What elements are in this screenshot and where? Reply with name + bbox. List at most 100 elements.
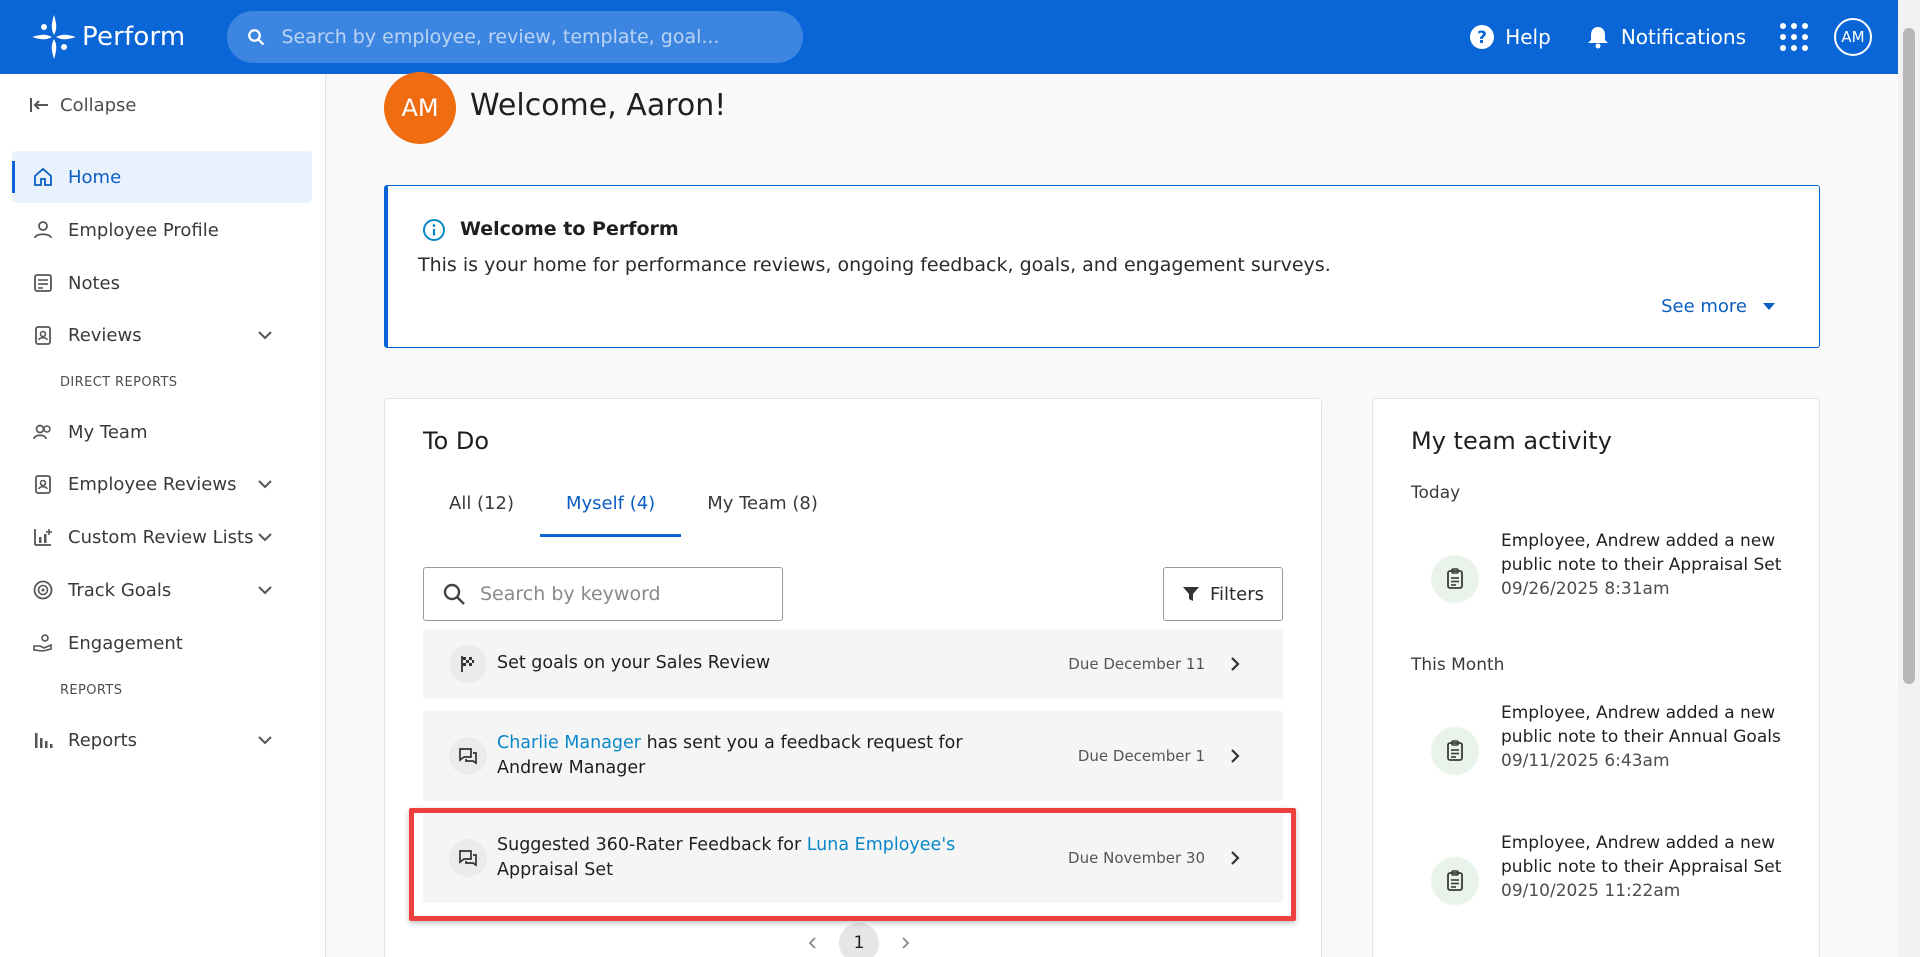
activity-icon bbox=[1431, 857, 1479, 905]
sidebar-item-reviews[interactable]: Reviews bbox=[12, 309, 312, 361]
sidebar-item-label: Home bbox=[68, 166, 122, 188]
team-icon bbox=[33, 424, 51, 440]
chevron-down-icon bbox=[258, 331, 272, 340]
task-icon bbox=[449, 839, 487, 877]
sidebar-item-label: My Team bbox=[68, 421, 148, 443]
see-more-button[interactable]: See more bbox=[1661, 296, 1775, 317]
task-title: Set goals on your Sales Review bbox=[497, 653, 771, 673]
sidebar-item-label: Track Goals bbox=[68, 579, 172, 601]
svg-text:?: ? bbox=[1477, 28, 1487, 48]
caret-down-icon bbox=[1763, 303, 1775, 310]
task-row[interactable]: Charlie Manager has sent you a feedback … bbox=[423, 711, 1283, 801]
top-bar: Perform Search by employee, review, temp… bbox=[0, 0, 1898, 74]
sidebar-item-custom-review-lists[interactable]: Custom Review Lists bbox=[12, 511, 312, 563]
chevron-right-icon bbox=[1231, 749, 1240, 763]
notifications-button[interactable]: Notifications bbox=[1585, 24, 1746, 50]
section-heading-reports: REPORTS bbox=[60, 683, 123, 698]
engagement-icon bbox=[33, 634, 52, 652]
welcome-info-banner: Welcome to Perform This is your home for… bbox=[384, 185, 1820, 348]
sidebar-item-home[interactable]: Home bbox=[12, 151, 312, 203]
sidebar-item-label: Reports bbox=[68, 729, 138, 751]
checkered-flag-icon bbox=[461, 656, 474, 672]
activity-icon bbox=[1431, 555, 1479, 603]
clipboard-list-icon bbox=[1447, 568, 1463, 589]
filters-label: Filters bbox=[1210, 583, 1264, 605]
info-title: Welcome to Perform bbox=[460, 218, 679, 240]
sidebar-item-my-team[interactable]: My Team bbox=[12, 406, 312, 458]
todo-tabs: All (12) Myself (4) My Team (8) bbox=[423, 493, 844, 537]
team-activity-title: My team activity bbox=[1411, 427, 1612, 455]
global-search-input[interactable]: Search by employee, review, template, go… bbox=[227, 11, 804, 63]
sidebar: Collapse Home Employee Profile Notes Rev… bbox=[0, 74, 326, 957]
task-text-part: has sent you a feedback request for bbox=[641, 733, 963, 753]
keyword-search-input[interactable]: Search by keyword bbox=[423, 567, 783, 621]
sidebar-item-label: Custom Review Lists bbox=[68, 526, 254, 548]
see-more-label: See more bbox=[1661, 296, 1747, 317]
activity-text: Employee, Andrew added a new public note… bbox=[1501, 529, 1801, 601]
task-icon bbox=[449, 645, 487, 683]
page-title: Welcome, Aaron! bbox=[470, 88, 727, 123]
chevron-right-icon bbox=[1231, 851, 1240, 865]
home-icon bbox=[34, 167, 52, 186]
sidebar-item-employee-profile[interactable]: Employee Profile bbox=[12, 204, 312, 256]
app-switcher-icon[interactable] bbox=[1780, 23, 1808, 51]
bar-chart-icon bbox=[35, 733, 53, 748]
tab-my-team[interactable]: My Team (8) bbox=[681, 493, 844, 537]
activity-timestamp: 09/11/2025 6:43am bbox=[1501, 751, 1670, 771]
sidebar-item-label: Engagement bbox=[68, 632, 183, 654]
activity-group-today: Today bbox=[1411, 483, 1461, 503]
sidebar-item-label: Notes bbox=[68, 272, 120, 294]
chart-add-icon bbox=[34, 529, 52, 546]
sidebar-item-label: Employee Reviews bbox=[68, 473, 237, 495]
user-avatar[interactable]: AM bbox=[1834, 18, 1872, 56]
scrollbar-thumb[interactable] bbox=[1903, 28, 1915, 684]
employee-link[interactable]: Luna Employee's bbox=[807, 835, 956, 855]
collapse-arrow-icon bbox=[30, 98, 48, 112]
bell-icon bbox=[1587, 27, 1608, 49]
search-icon bbox=[443, 583, 465, 605]
filters-button[interactable]: Filters bbox=[1163, 567, 1283, 621]
sidebar-item-reports[interactable]: Reports bbox=[12, 714, 312, 766]
sidebar-item-label: Employee Profile bbox=[68, 219, 219, 241]
keyword-search-placeholder: Search by keyword bbox=[480, 583, 661, 605]
task-text-part: Andrew Manager bbox=[497, 758, 646, 778]
app-name: Perform bbox=[82, 22, 186, 52]
page-scrollbar[interactable] bbox=[1898, 0, 1920, 957]
page-number[interactable]: 1 bbox=[839, 923, 879, 957]
filter-icon bbox=[1183, 587, 1200, 601]
chevron-down-icon bbox=[258, 586, 272, 595]
sidebar-item-track-goals[interactable]: Track Goals bbox=[12, 564, 312, 616]
activity-timestamp: 09/26/2025 8:31am bbox=[1501, 579, 1670, 599]
sidebar-item-engagement[interactable]: Engagement bbox=[12, 617, 312, 669]
chevron-left-icon[interactable] bbox=[805, 935, 821, 951]
activity-text: Employee, Andrew added a new public note… bbox=[1501, 701, 1801, 773]
task-row[interactable]: Set goals on your Sales Review Due Decem… bbox=[423, 629, 1283, 699]
notifications-label: Notifications bbox=[1620, 25, 1746, 49]
task-row[interactable]: Suggested 360-Rater Feedback for Luna Em… bbox=[423, 813, 1283, 903]
clipboard-person-icon bbox=[35, 475, 51, 494]
task-title: Charlie Manager has sent you a feedback … bbox=[497, 731, 963, 781]
tab-myself[interactable]: Myself (4) bbox=[540, 493, 682, 537]
activity-timestamp: 09/10/2025 11:22am bbox=[1501, 881, 1681, 901]
employee-link[interactable]: Charlie Manager bbox=[497, 733, 641, 753]
info-body: This is your home for performance review… bbox=[418, 254, 1331, 276]
collapse-label: Collapse bbox=[60, 94, 137, 116]
tab-all[interactable]: All (12) bbox=[423, 493, 540, 537]
sidebar-item-notes[interactable]: Notes bbox=[12, 257, 312, 309]
feedback-chat-icon bbox=[459, 748, 477, 765]
target-icon bbox=[33, 580, 53, 600]
app-logo[interactable]: Perform bbox=[28, 11, 185, 63]
chevron-down-icon bbox=[258, 480, 272, 489]
clipboard-list-icon bbox=[1447, 740, 1463, 761]
task-due-date: Due November 30 bbox=[1068, 849, 1205, 867]
chevron-right-icon[interactable] bbox=[897, 935, 913, 951]
clipboard-list-icon bbox=[1447, 870, 1463, 891]
chevron-down-icon bbox=[258, 533, 272, 542]
task-due-date: Due December 1 bbox=[1077, 747, 1205, 765]
help-button[interactable]: ? Help bbox=[1469, 24, 1551, 50]
activity-icon bbox=[1431, 727, 1479, 775]
chevron-right-icon bbox=[1231, 657, 1240, 671]
activity-description: Employee, Andrew added a new public note… bbox=[1501, 833, 1782, 877]
sidebar-item-employee-reviews[interactable]: Employee Reviews bbox=[12, 458, 312, 510]
collapse-button[interactable]: Collapse bbox=[28, 94, 137, 116]
